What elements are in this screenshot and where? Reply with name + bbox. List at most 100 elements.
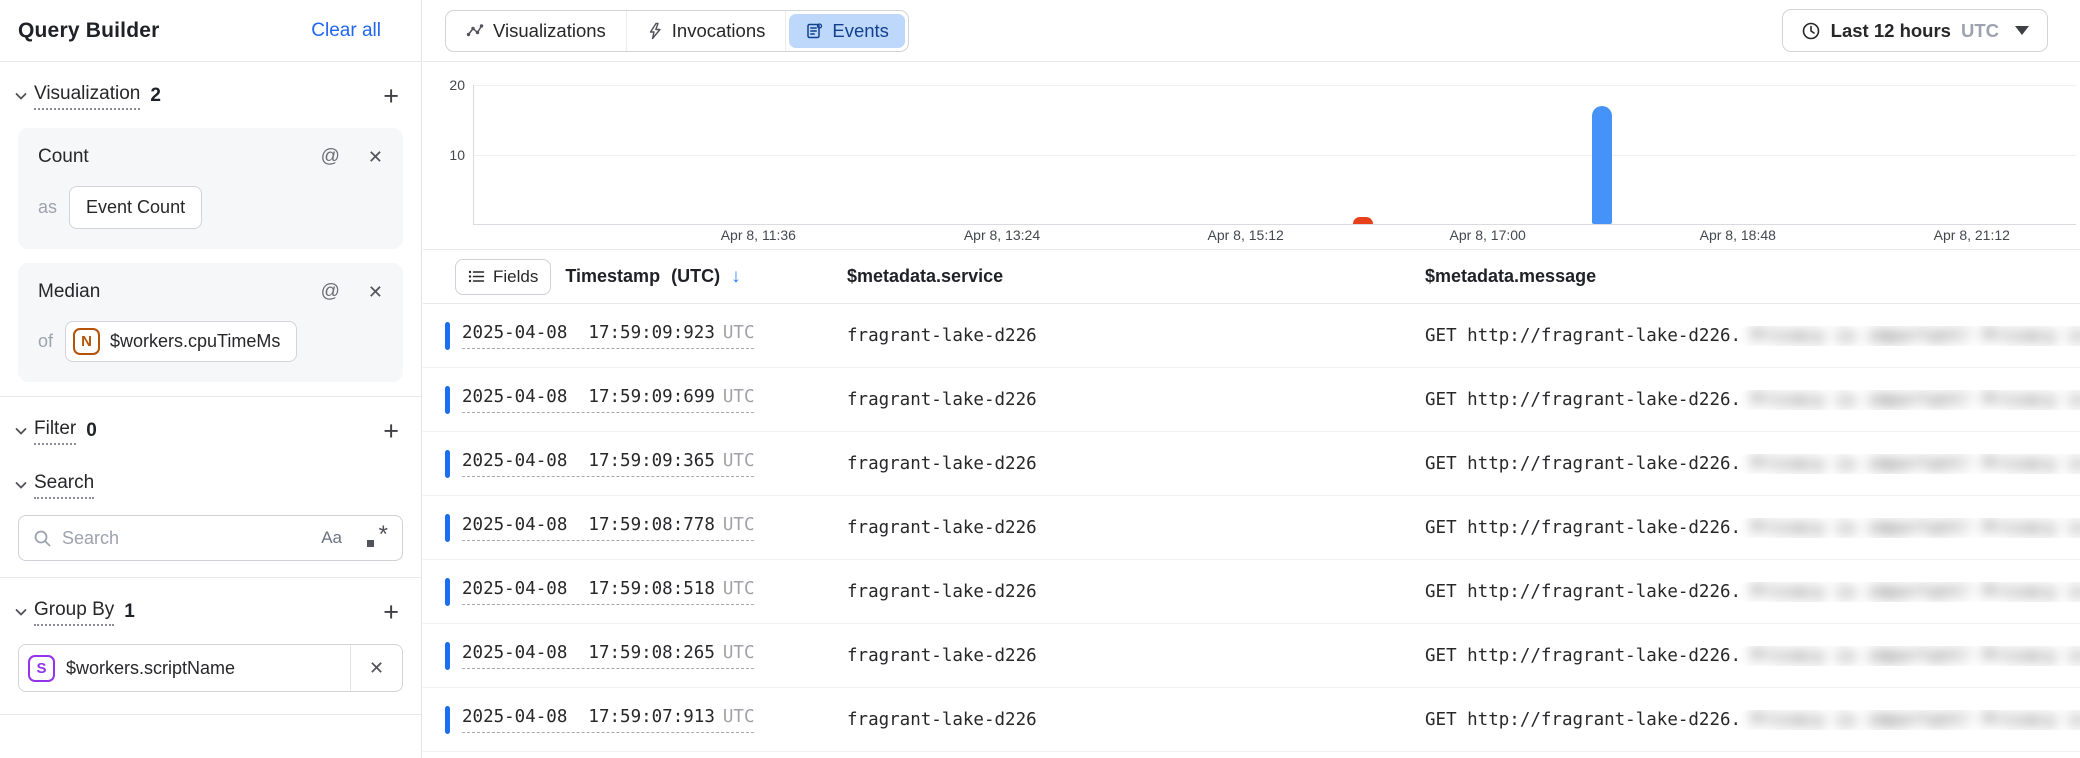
column-header-service[interactable]: $metadata.service bbox=[847, 266, 1425, 287]
event-indicator-bar bbox=[445, 706, 450, 734]
remove-group-by-button[interactable]: ✕ bbox=[350, 645, 402, 691]
divider bbox=[0, 577, 421, 578]
timestamp-value[interactable]: 2025-04-08 17:59:09:365UTC bbox=[462, 451, 754, 477]
timezone-label: UTC bbox=[723, 387, 755, 407]
search-section-label[interactable]: Search bbox=[34, 472, 94, 499]
event-indicator-bar bbox=[445, 514, 450, 542]
divider bbox=[0, 714, 421, 715]
add-filter-button[interactable]: + bbox=[379, 418, 403, 445]
group-by-section-label[interactable]: Group By bbox=[34, 599, 114, 626]
cputimems-field-pill[interactable]: N $workers.cpuTimeMs bbox=[65, 321, 297, 362]
timezone-label: UTC bbox=[723, 515, 755, 535]
chevron-down-icon[interactable] bbox=[8, 604, 34, 620]
alias-icon[interactable]: @ bbox=[321, 281, 340, 303]
message-value: GET http://fragrant-lake-d226. Privacy i… bbox=[1425, 646, 2080, 666]
timestamp-value[interactable]: 2025-04-08 17:59:07:913UTC bbox=[462, 707, 754, 733]
tab-events[interactable]: Events bbox=[789, 14, 905, 48]
service-value: fragrant-lake-d226 bbox=[847, 326, 1425, 346]
event-indicator-bar bbox=[445, 450, 450, 478]
section-group-by: Group By 1 + bbox=[0, 586, 421, 638]
redacted-text: Privacy is important! Privacy is importa… bbox=[1751, 326, 2080, 346]
redacted-text: Privacy is important! Privacy is importa… bbox=[1751, 390, 2080, 410]
service-value: fragrant-lake-d226 bbox=[847, 582, 1425, 602]
main-topbar: Visualizations Invocations Events Last 1… bbox=[423, 0, 2080, 62]
x-tick-label: Apr 8, 21:12 bbox=[1934, 227, 2010, 243]
time-zone-label: UTC bbox=[1961, 20, 1999, 42]
add-group-by-button[interactable]: + bbox=[379, 599, 403, 626]
x-tick-label: Apr 8, 15:12 bbox=[1208, 227, 1284, 243]
table-row[interactable]: 2025-04-08 17:59:07:913UTC fragrant-lake… bbox=[423, 688, 2080, 752]
event-indicator-bar bbox=[445, 322, 450, 350]
page-title: Query Builder bbox=[18, 19, 159, 43]
clear-all-button[interactable]: Clear all bbox=[311, 20, 381, 42]
timestamp-value[interactable]: 2025-04-08 17:59:09:923UTC bbox=[462, 323, 754, 349]
table-row[interactable]: 2025-04-08 17:59:08:778UTC fragrant-lake… bbox=[423, 496, 2080, 560]
sort-descending-icon[interactable]: ↓ bbox=[731, 266, 741, 287]
service-value: fragrant-lake-d226 bbox=[847, 646, 1425, 666]
chevron-down-icon[interactable] bbox=[8, 88, 34, 104]
service-value: fragrant-lake-d226 bbox=[847, 454, 1425, 474]
card-title: Median bbox=[38, 281, 100, 303]
event-log-icon bbox=[805, 22, 823, 40]
tab-invocations[interactable]: Invocations bbox=[627, 11, 787, 51]
y-axis-labels: 1020 bbox=[423, 85, 465, 225]
event-count-pill[interactable]: Event Count bbox=[69, 186, 202, 229]
table-row[interactable]: 2025-04-08 17:59:08:265UTC fragrant-lake… bbox=[423, 624, 2080, 688]
tab-visualizations[interactable]: Visualizations bbox=[446, 11, 627, 51]
timestamp-value[interactable]: 2025-04-08 17:59:09:699UTC bbox=[462, 387, 754, 413]
pill-label: Event Count bbox=[86, 197, 185, 218]
close-icon[interactable]: ✕ bbox=[368, 282, 383, 303]
chart-plot[interactable] bbox=[473, 85, 2076, 225]
clock-icon bbox=[1801, 21, 1821, 41]
alias-icon[interactable]: @ bbox=[321, 146, 340, 168]
fields-button[interactable]: Fields bbox=[455, 259, 551, 295]
table-row[interactable]: 2025-04-08 17:59:09:365UTC fragrant-lake… bbox=[423, 432, 2080, 496]
group-by-chip[interactable]: S $workers.scriptName ✕ bbox=[18, 644, 403, 692]
column-header-timestamp[interactable]: Timestamp (UTC) ↓ bbox=[565, 266, 740, 288]
scatter-line-icon bbox=[466, 22, 484, 40]
query-builder-sidebar: Query Builder Clear all Visualization 2 … bbox=[0, 0, 422, 758]
message-value: GET http://fragrant-lake-d226. Privacy i… bbox=[1425, 710, 2080, 730]
lightning-icon bbox=[647, 22, 663, 40]
filter-count: 0 bbox=[86, 420, 97, 442]
x-tick-label: Apr 8, 13:24 bbox=[964, 227, 1040, 243]
chip-label: $workers.scriptName bbox=[66, 658, 350, 679]
table-row[interactable]: 2025-04-08 17:59:09:699UTC fragrant-lake… bbox=[423, 368, 2080, 432]
y-tick-label: 20 bbox=[423, 77, 465, 93]
chevron-down-icon[interactable] bbox=[8, 477, 34, 493]
x-tick-label: Apr 8, 17:00 bbox=[1450, 227, 1526, 243]
redacted-text: Privacy is important! Privacy is importa… bbox=[1751, 646, 2080, 666]
redacted-text: Privacy is important! Privacy is importa… bbox=[1751, 518, 2080, 538]
close-icon[interactable]: ✕ bbox=[368, 147, 383, 168]
x-tick-label: Apr 8, 11:36 bbox=[721, 227, 796, 243]
filter-section-label[interactable]: Filter bbox=[34, 418, 76, 445]
timestamp-value[interactable]: 2025-04-08 17:59:08:265UTC bbox=[462, 643, 754, 669]
regex-icon[interactable]: * bbox=[366, 527, 388, 549]
search-input[interactable] bbox=[62, 528, 311, 549]
column-header-message[interactable]: $metadata.message bbox=[1425, 266, 2080, 287]
table-row[interactable]: 2025-04-08 17:59:09:923UTC fragrant-lake… bbox=[423, 304, 2080, 368]
section-search: Search bbox=[0, 459, 421, 511]
service-value: fragrant-lake-d226 bbox=[847, 518, 1425, 538]
timezone-label: UTC bbox=[723, 707, 755, 727]
visualization-card-count: Count @ ✕ as Event Count bbox=[18, 128, 403, 249]
chevron-down-icon[interactable] bbox=[8, 423, 34, 439]
tab-label: Invocations bbox=[672, 20, 766, 42]
fields-button-label: Fields bbox=[493, 267, 538, 287]
timestamp-value[interactable]: 2025-04-08 17:59:08:518UTC bbox=[462, 579, 754, 605]
divider bbox=[0, 396, 421, 397]
message-value: GET http://fragrant-lake-d226. Privacy i… bbox=[1425, 390, 2080, 410]
x-tick-label: Apr 8, 18:48 bbox=[1700, 227, 1776, 243]
message-value: GET http://fragrant-lake-d226. Privacy i… bbox=[1425, 518, 2080, 538]
add-visualization-button[interactable]: + bbox=[379, 83, 403, 110]
match-case-icon[interactable]: Aa bbox=[321, 528, 342, 548]
time-range-button[interactable]: Last 12 hours UTC bbox=[1782, 9, 2048, 52]
table-body: 2025-04-08 17:59:09:923UTC fragrant-lake… bbox=[423, 304, 2080, 752]
table-row[interactable]: 2025-04-08 17:59:08:518UTC fragrant-lake… bbox=[423, 560, 2080, 624]
visualization-section-label[interactable]: Visualization bbox=[34, 83, 140, 110]
card-title: Count bbox=[38, 146, 89, 168]
message-value: GET http://fragrant-lake-d226. Privacy i… bbox=[1425, 454, 2080, 474]
timestamp-value[interactable]: 2025-04-08 17:59:08:778UTC bbox=[462, 515, 754, 541]
caret-down-icon bbox=[2015, 26, 2029, 35]
visualization-count: 2 bbox=[150, 85, 161, 107]
